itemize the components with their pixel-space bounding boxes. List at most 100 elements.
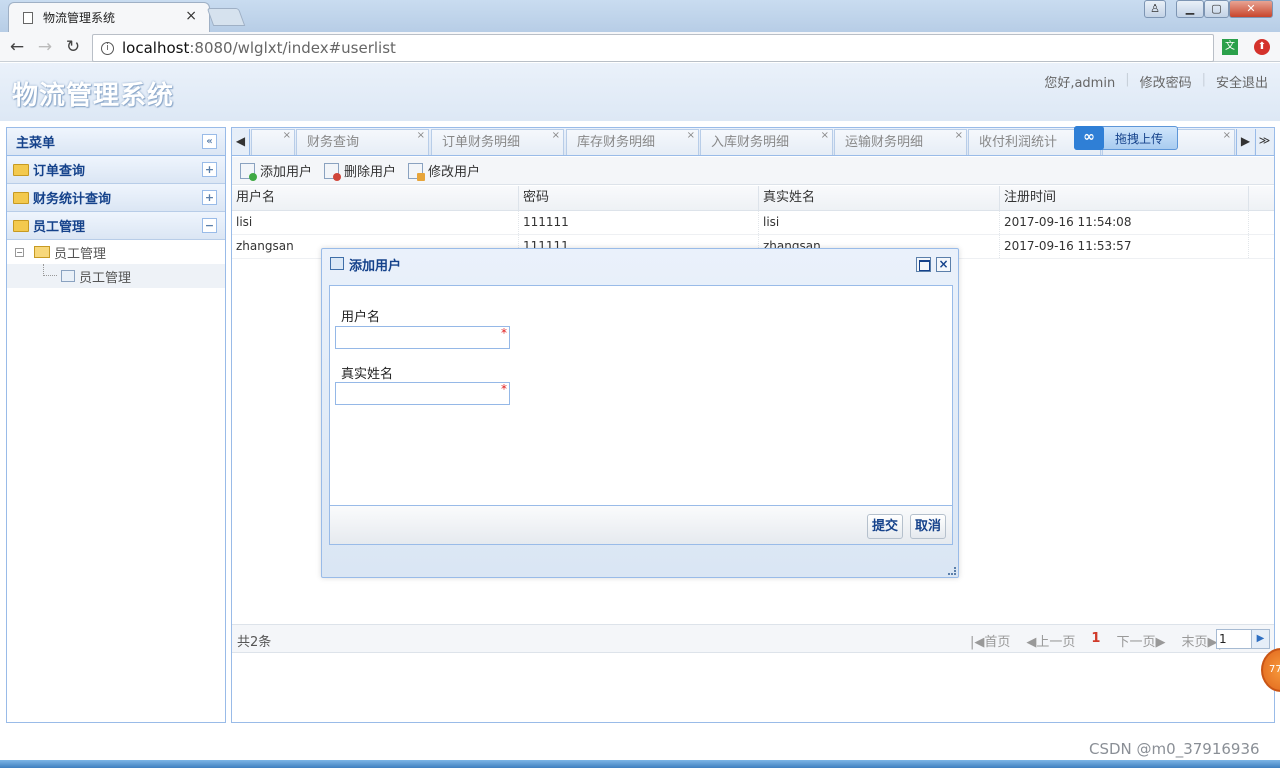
table-cell: lisi: [759, 211, 1000, 234]
sidebar-title: 主菜单: [16, 136, 56, 151]
table-header: 用户名 密码 真实姓名 注册时间: [232, 186, 1274, 211]
scroll-left-arrow-icon[interactable]: ◀: [232, 129, 250, 155]
drag-upload-widget[interactable]: ∞ 拖拽上传: [1074, 126, 1178, 150]
sidebar-item-order-query[interactable]: 订单查询 +: [7, 156, 225, 184]
cloud-icon: ∞: [1074, 126, 1104, 150]
sidebar-item-label: 员工管理: [33, 220, 86, 235]
browser-tab-title: 物流管理系统: [43, 11, 116, 25]
window-close-button[interactable]: ✕: [1229, 0, 1273, 18]
tab-transport-finance[interactable]: 运输财务明细 ×: [834, 129, 967, 155]
realname-input[interactable]: *: [335, 382, 510, 405]
app-header: 物流管理系统 您好,admin | 修改密码 | 安全退出: [0, 63, 1280, 121]
tree-node-label: 员工管理: [54, 246, 107, 262]
dialog-header[interactable]: 添加用户 ×: [322, 249, 958, 279]
info-icon[interactable]: i: [101, 41, 114, 55]
close-icon[interactable]: ×: [936, 257, 951, 272]
tab-label: 收付利润统计: [979, 135, 1058, 150]
sidebar: 主菜单 « 订单查询 + 财务统计查询 + 员工管理 − − 员工管理 员工管理: [6, 127, 226, 723]
page-number-input[interactable]: 1: [1216, 629, 1252, 649]
folder-icon: [13, 191, 29, 204]
sidebar-item-finance-query[interactable]: 财务统计查询 +: [7, 184, 225, 212]
column-header[interactable]: 密码: [519, 186, 759, 210]
submit-button[interactable]: 提交: [867, 514, 904, 539]
next-page-link[interactable]: 下一页▶: [1116, 631, 1165, 650]
tab-inbound-finance[interactable]: 入库财务明细 ×: [700, 129, 833, 155]
sidebar-item-employee-management[interactable]: 员工管理 −: [7, 212, 225, 240]
go-page-arrow-icon[interactable]: ▶: [1252, 629, 1270, 649]
extension-icon[interactable]: ⬆: [1254, 39, 1270, 55]
tree-leaf-employee-management[interactable]: 员工管理: [7, 264, 225, 288]
os-taskbar: [0, 760, 1280, 768]
tab-list-chevron-icon[interactable]: ≫: [1255, 129, 1273, 155]
sidebar-header: 主菜单 «: [7, 128, 225, 156]
tree-connector: [43, 264, 57, 276]
delete-user-button[interactable]: 删除用户: [324, 161, 396, 181]
add-user-dialog: 添加用户 × 用户名 * 真实姓名 * 提交 取消: [321, 248, 959, 578]
close-icon[interactable]: ×: [821, 123, 829, 148]
add-user-icon: [240, 162, 257, 181]
scroll-right-arrow-icon[interactable]: ▶: [1236, 129, 1254, 155]
edit-user-icon: [408, 162, 426, 181]
new-tab-button[interactable]: [206, 8, 246, 26]
close-icon[interactable]: ×: [687, 123, 695, 148]
tab-label: 运输财务明细: [845, 135, 924, 150]
tab-order-finance[interactable]: 订单财务明细 ×: [431, 129, 564, 155]
add-user-label: 添加用户: [260, 165, 313, 180]
close-tab-icon[interactable]: ×: [185, 8, 197, 24]
expand-icon[interactable]: +: [202, 162, 217, 177]
logout-link[interactable]: 安全退出: [1216, 72, 1268, 91]
url-host: localhost: [122, 39, 190, 57]
close-icon[interactable]: ×: [1223, 123, 1231, 148]
collapse-icon[interactable]: «: [202, 134, 217, 149]
change-password-link[interactable]: 修改密码: [1140, 72, 1192, 91]
add-user-button[interactable]: 添加用户: [240, 161, 313, 181]
column-header[interactable]: 注册时间: [1000, 186, 1249, 210]
prev-page-link[interactable]: ◀上一页: [1026, 631, 1075, 650]
close-icon[interactable]: ×: [417, 123, 425, 148]
watermark: CSDN @m0_37916936: [1089, 740, 1260, 758]
reload-icon[interactable]: ↻: [62, 36, 84, 58]
tabs-bar: ◀ × 财务查询 × 订单财务明细 × 库存财务明细 × 入库财务明细 × 运输…: [232, 126, 1274, 156]
total-count: 共2条: [237, 635, 272, 650]
close-icon[interactable]: ×: [283, 123, 291, 148]
column-header[interactable]: 用户名: [232, 186, 519, 210]
username-input[interactable]: *: [335, 326, 510, 349]
dialog-title: 添加用户: [349, 259, 402, 274]
user-profile-icon[interactable]: ♙: [1144, 0, 1166, 18]
table-row[interactable]: lisi 111111 lisi 2017-09-16 11:54:08: [232, 211, 1274, 235]
column-header[interactable]: 真实姓名: [759, 186, 1000, 210]
close-icon[interactable]: ×: [552, 123, 560, 148]
browser-tab[interactable]: 物流管理系统 ×: [8, 2, 210, 32]
tree-node-employee-management[interactable]: − 员工管理: [7, 240, 225, 264]
first-page-link[interactable]: |◀首页: [970, 631, 1010, 650]
tab-blank[interactable]: ×: [251, 129, 295, 155]
tree-collapse-icon[interactable]: −: [15, 247, 24, 257]
delete-user-icon: [324, 162, 342, 181]
edit-user-button[interactable]: 修改用户: [408, 161, 480, 181]
browser-toolbar: ← → ↻ i localhost :8080/wlglxt/index#use…: [0, 32, 1280, 62]
next-page-label: 下一页: [1116, 635, 1156, 650]
maximize-icon[interactable]: [916, 257, 931, 272]
tab-label: 订单财务明细: [442, 135, 521, 150]
expand-icon[interactable]: +: [202, 190, 217, 205]
collapse-section-icon[interactable]: −: [202, 218, 217, 233]
tab-finance-query[interactable]: 财务查询 ×: [296, 129, 429, 155]
current-page: 1: [1091, 631, 1101, 646]
cancel-button[interactable]: 取消: [910, 514, 947, 539]
translate-extension-icon[interactable]: 文: [1222, 39, 1238, 55]
tab-label: 入库财务明细: [711, 135, 790, 150]
sidebar-item-label: 订单查询: [33, 164, 86, 179]
resize-handle[interactable]: [948, 567, 956, 575]
close-icon[interactable]: ×: [955, 123, 963, 148]
header-links: 您好,admin | 修改密码 | 安全退出: [1044, 72, 1268, 91]
dialog-footer: 提交 取消: [329, 505, 953, 545]
required-mark: *: [501, 382, 507, 396]
forward-arrow-icon[interactable]: →: [34, 36, 56, 58]
tree-leaf-label: 员工管理: [79, 270, 132, 286]
tab-inventory-finance[interactable]: 库存财务明细 ×: [566, 129, 699, 155]
address-bar[interactable]: i localhost :8080/wlglxt/index#userlist …: [92, 34, 1270, 62]
back-arrow-icon[interactable]: ←: [6, 36, 28, 58]
maximize-button[interactable]: ▢: [1204, 0, 1229, 18]
minimize-button[interactable]: ▁: [1176, 0, 1204, 18]
table-cell: 2017-09-16 11:54:08: [1000, 211, 1249, 234]
